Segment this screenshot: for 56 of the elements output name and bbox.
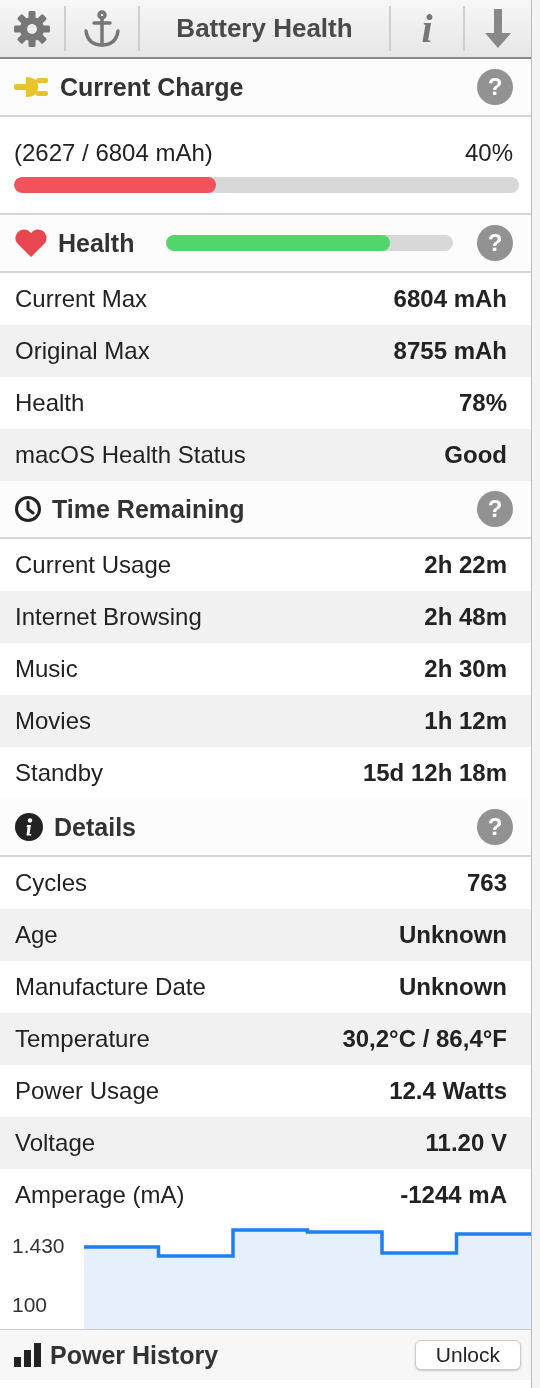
section-title: Health	[58, 228, 135, 258]
heart-icon	[14, 228, 48, 258]
help-button[interactable]: ?	[477, 809, 513, 845]
row-label: macOS Health Status	[15, 441, 246, 469]
row-label: Standby	[15, 759, 104, 787]
row-label: Health	[15, 389, 85, 417]
bar-chart-icon	[14, 1343, 42, 1367]
row-label: Manufacture Date	[15, 973, 206, 1001]
row-value: Good	[444, 441, 507, 469]
axis-label: 1.430	[12, 1234, 65, 1258]
charge-percent: 40%	[464, 139, 513, 167]
row-value: 763	[466, 869, 507, 897]
unlock-button[interactable]: Unlock	[414, 1340, 521, 1370]
section-title: Time Remaining	[52, 494, 245, 524]
row-value: 12.4 Watts	[389, 1077, 507, 1105]
settings-icon[interactable]	[13, 9, 51, 48]
row-value: 2h 30m	[424, 655, 507, 683]
help-button[interactable]: ?	[477, 225, 513, 261]
row-label: Cycles	[15, 869, 87, 897]
footer-title: Power History	[50, 1340, 219, 1370]
row-value: 78%	[458, 389, 507, 417]
row-label: Amperage (mA)	[15, 1181, 185, 1209]
row-value: 6804 mAh	[393, 285, 507, 313]
row-value: 2h 48m	[424, 603, 507, 631]
row-value: Unknown	[399, 921, 507, 949]
row-label: Power Usage	[15, 1077, 160, 1105]
row-label: Current Max	[15, 285, 148, 313]
row-label: Internet Browsing	[15, 603, 202, 631]
row-value: 11.20 V	[425, 1129, 507, 1157]
row-label: Age	[15, 921, 58, 949]
row-label: Temperature	[15, 1025, 150, 1053]
clock-icon	[14, 495, 42, 523]
row-label: Original Max	[15, 337, 150, 365]
row-label: Voltage	[15, 1129, 96, 1157]
help-button[interactable]: ?	[477, 491, 513, 527]
section-title: Current Charge	[60, 72, 244, 102]
row-label: Current Usage	[15, 551, 172, 579]
row-label: Music	[15, 655, 78, 683]
charge-reading: (2627 / 6804 mAh)	[14, 139, 213, 167]
plug-icon	[14, 74, 50, 100]
info-icon	[14, 812, 44, 842]
row-value: Unknown	[399, 973, 507, 1001]
download-arrow-icon[interactable]	[484, 8, 512, 49]
row-label: Movies	[15, 707, 92, 735]
row-value: 2h 22m	[424, 551, 507, 579]
row-value: 1h 12m	[424, 707, 507, 735]
row-value: 8755 mAh	[393, 337, 507, 365]
section-title: Details	[54, 812, 136, 842]
row-value: -1244 mA	[400, 1181, 507, 1209]
axis-label: 100	[12, 1293, 48, 1317]
row-value: 15d 12h 18m	[362, 759, 507, 787]
info-button[interactable]: i	[421, 5, 433, 52]
help-button[interactable]: ?	[477, 69, 513, 105]
window-title: Battery Health	[140, 6, 391, 51]
row-value: 30,2°C / 86,4°F	[342, 1025, 507, 1053]
anchor-icon[interactable]	[82, 8, 122, 49]
